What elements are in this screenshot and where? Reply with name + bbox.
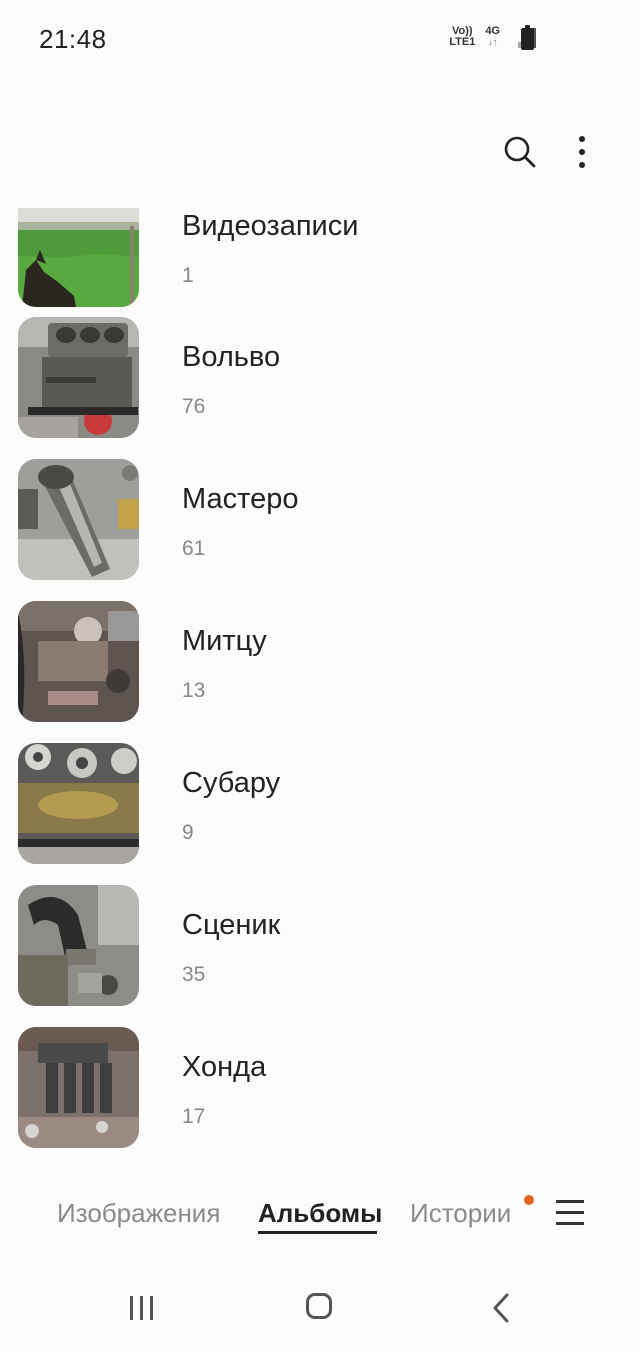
album-name: Сценик — [182, 909, 281, 941]
album-name: Вольво — [182, 341, 281, 373]
album-count: 61 — [182, 537, 206, 560]
album-count: 35 — [182, 963, 206, 986]
album-thumbnail — [18, 885, 139, 1006]
status-bar: 21:48 Vo)) LTE1 4G ↓↑ — [0, 0, 640, 80]
lte-label: LTE1 — [449, 36, 476, 48]
album-name: Хонда — [182, 1051, 267, 1083]
hamburger-menu-icon[interactable] — [556, 1198, 584, 1228]
more-options-icon[interactable] — [566, 132, 598, 172]
album-count: 76 — [182, 395, 206, 418]
tab-stories[interactable]: Истории — [410, 1198, 511, 1229]
bottom-tab-bar: Изображения Альбомы Истории — [0, 1176, 640, 1256]
active-tab-indicator — [258, 1231, 377, 1234]
data-arrows-icon: ↓↑ — [487, 37, 498, 48]
clock: 21:48 — [39, 24, 107, 54]
album-name: Субару — [182, 767, 281, 799]
home-icon[interactable] — [306, 1293, 332, 1319]
album-item-videos[interactable]: Видеозаписи 1 — [0, 208, 640, 328]
album-list: Видеозаписи 1 Вольво 76 Мастеро 61 Митцу… — [0, 208, 640, 1168]
album-count: 1 — [182, 264, 194, 287]
toolbar — [0, 80, 640, 208]
album-name: Видеозаписи — [182, 210, 359, 242]
album-item-scenic[interactable]: Сценик 35 — [0, 885, 640, 1027]
battery-icon — [521, 25, 534, 50]
notification-dot — [524, 1195, 534, 1205]
album-count: 17 — [182, 1105, 206, 1128]
tab-images[interactable]: Изображения — [57, 1198, 220, 1229]
album-count: 9 — [182, 821, 194, 844]
album-thumbnail — [18, 1027, 139, 1148]
recent-apps-icon[interactable] — [128, 1294, 156, 1322]
album-thumbnail — [18, 459, 139, 580]
album-item-volvo[interactable]: Вольво 76 — [0, 317, 640, 459]
album-item-mastero[interactable]: Мастеро 61 — [0, 459, 640, 601]
album-thumbnail — [18, 601, 139, 722]
network-label: 4G — [485, 25, 500, 37]
album-name: Митцу — [182, 625, 267, 657]
system-nav-bar — [0, 1262, 640, 1352]
album-thumbnail — [18, 208, 139, 307]
back-icon[interactable] — [490, 1292, 512, 1324]
album-item-mitsu[interactable]: Митцу 13 — [0, 601, 640, 743]
volte-indicator: Vo)) LTE1 — [449, 26, 475, 48]
search-icon[interactable] — [500, 132, 540, 172]
album-count: 13 — [182, 679, 206, 702]
album-thumbnail — [18, 317, 139, 438]
album-item-honda[interactable]: Хонда 17 — [0, 1027, 640, 1168]
album-name: Мастеро — [182, 483, 299, 515]
album-item-subaru[interactable]: Субару 9 — [0, 743, 640, 885]
network-indicator: 4G ↓↑ — [485, 25, 500, 49]
tab-albums[interactable]: Альбомы — [258, 1198, 382, 1229]
album-thumbnail — [18, 743, 139, 864]
